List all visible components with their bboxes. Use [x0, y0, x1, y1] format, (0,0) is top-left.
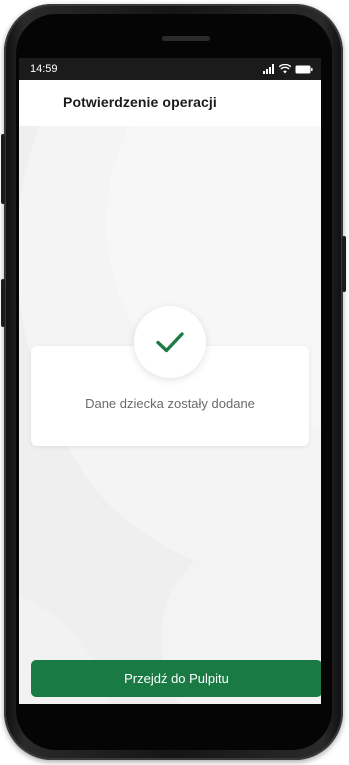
confirmation-message: Dane dziecka zostały dodane — [85, 396, 255, 411]
power-button — [1, 134, 5, 204]
volume-button — [1, 279, 5, 327]
wifi-icon — [279, 64, 291, 74]
app-screen: 14:59 Potwierdzenie operacji Dane dzieck… — [19, 58, 321, 704]
status-bar: 14:59 — [19, 58, 321, 80]
status-icons — [263, 63, 313, 75]
page-title: Potwierdzenie operacji — [63, 94, 217, 110]
signal-bars-icon — [263, 64, 274, 74]
side-button-right — [342, 236, 346, 292]
checkmark-icon — [156, 332, 184, 353]
go-to-dashboard-button[interactable]: Przejdź do Pulpitu — [31, 660, 321, 697]
earpiece-speaker — [162, 36, 210, 41]
status-time: 14:59 — [30, 63, 58, 75]
app-header: Potwierdzenie operacji — [19, 80, 321, 126]
success-badge — [134, 306, 206, 378]
battery-icon — [295, 65, 313, 73]
